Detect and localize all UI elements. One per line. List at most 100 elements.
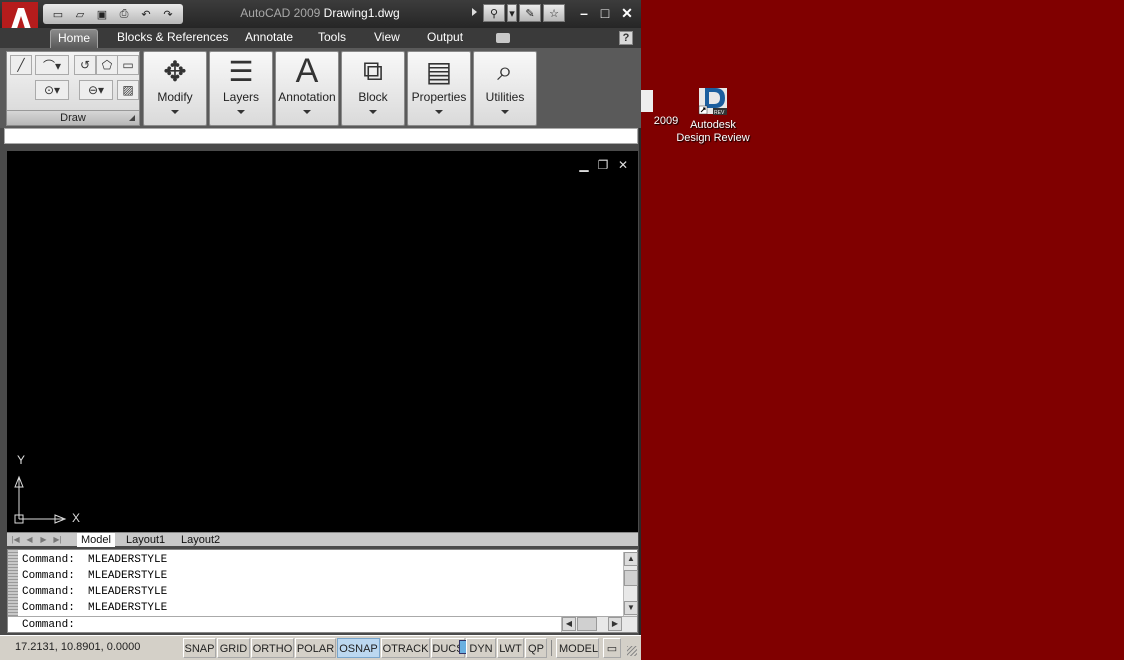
utilities-label: Utilities	[485, 90, 525, 104]
layers-panel[interactable]: ☰ Layers	[209, 51, 273, 126]
save-icon[interactable]: ▣	[95, 7, 109, 21]
layout-tabbar: |◀ ◀ ▶ ▶| Model Layout1 Layout2	[7, 532, 638, 547]
utilities-panel[interactable]: ⌕ Utilities	[473, 51, 537, 126]
open-icon[interactable]: ▱	[73, 7, 87, 21]
autocad-shortcut-icon	[641, 90, 653, 112]
prev-layout-icon[interactable]: ◀	[23, 534, 36, 545]
drawing-restore-icon[interactable]: ❐	[597, 159, 609, 171]
drawing-close-icon[interactable]: ✕	[617, 159, 629, 171]
tab-view[interactable]: View	[367, 29, 407, 48]
print-icon[interactable]: ⎙	[117, 7, 131, 21]
lwt-toggle[interactable]: LWT	[497, 638, 524, 658]
scroll-up-icon[interactable]: ▲	[624, 552, 638, 566]
modify-label: Modify	[157, 90, 193, 104]
communication-center-icon[interactable]: ✎	[519, 4, 541, 22]
command-history: Command: MLEADERSTYLE Command: MLEADERST…	[22, 552, 167, 616]
magnifier-icon: ⌕	[497, 54, 513, 86]
modify-panel[interactable]: ✥ Modify	[143, 51, 207, 126]
ribbon-separator-strip	[4, 128, 638, 144]
osnap-toggle[interactable]: OSNAP	[337, 638, 380, 658]
dyn-toggle[interactable]: DYN	[466, 638, 496, 658]
command-window-grip[interactable]	[8, 550, 18, 616]
rotate-icon[interactable]: ↺	[74, 55, 96, 75]
tab-layout1[interactable]: Layout1	[122, 533, 169, 547]
annotation-panel[interactable]: A Annotation	[275, 51, 339, 126]
annotation-label: Annotation	[278, 90, 336, 104]
rectangle-icon[interactable]: ▭	[117, 55, 139, 75]
qp-toggle[interactable]: QP	[525, 638, 547, 658]
coordinate-readout[interactable]: 17.2131, 10.8901, 0.0000	[15, 641, 140, 653]
last-layout-icon[interactable]: ▶|	[51, 534, 64, 545]
chevron-down-icon	[303, 110, 311, 114]
info-center: ⚲ ▾ ✎ ☆	[483, 4, 565, 22]
polar-toggle[interactable]: POLAR	[295, 638, 336, 658]
window-title: AutoCAD 2009 Drawing1.dwg	[200, 6, 440, 20]
redo-icon[interactable]: ↷	[161, 7, 175, 21]
model-space-toggle[interactable]: MODEL▼	[556, 638, 599, 658]
scroll-thumb[interactable]	[624, 570, 638, 586]
command-horizontal-scrollbar[interactable]: ◀ ▶	[561, 617, 637, 632]
otrack-toggle[interactable]: OTRACK	[381, 638, 430, 658]
scroll-right-icon[interactable]: ▶	[608, 617, 622, 631]
tab-output[interactable]: Output	[420, 29, 470, 48]
help-button[interactable]: ?	[619, 31, 633, 45]
snap-toggle[interactable]: SNAP	[183, 638, 216, 658]
tab-annotate[interactable]: Annotate	[238, 29, 300, 48]
first-layout-icon[interactable]: |◀	[9, 534, 22, 545]
tab-blocks-references[interactable]: Blocks & References	[110, 29, 235, 48]
tab-model[interactable]: Model	[77, 533, 115, 547]
favorites-icon[interactable]: ☆	[543, 4, 565, 22]
tab-tools[interactable]: Tools	[311, 29, 353, 48]
tab-home[interactable]: Home	[50, 29, 99, 48]
draw-panel: ╱ ⌒▾ ↺ ⬠ ▭ ⊙▾ ⊖▾ ▨ Draw	[6, 51, 140, 126]
layers-label: Layers	[222, 90, 260, 104]
undo-icon[interactable]: ↶	[139, 7, 153, 21]
line-icon[interactable]: ╱	[10, 55, 32, 75]
scroll-thumb[interactable]	[577, 617, 597, 631]
properties-panel[interactable]: ▤ Properties	[407, 51, 471, 126]
design-review-icon: REV	[697, 84, 729, 116]
hatch-icon[interactable]: ▨	[117, 80, 139, 100]
search-dropdown-icon[interactable]: ▾	[507, 4, 517, 22]
resize-grip-icon[interactable]	[627, 646, 637, 656]
minimize-icon[interactable]: –	[576, 5, 592, 21]
command-window: Command: MLEADERSTYLE Command: MLEADERST…	[7, 549, 638, 633]
grid-toggle[interactable]: GRID	[217, 638, 250, 658]
maximize-icon[interactable]: □	[597, 5, 613, 21]
tab-layout2[interactable]: Layout2	[177, 533, 224, 547]
properties-icon: ▤	[425, 55, 453, 87]
drawing-area[interactable]: ▁ ❐ ✕ Y X	[7, 151, 638, 532]
ortho-toggle[interactable]: ORTHO	[251, 638, 294, 658]
scroll-down-icon[interactable]: ▼	[624, 601, 638, 615]
ucs-icon	[14, 475, 67, 524]
close-icon[interactable]: ✕	[619, 5, 635, 21]
quick-access-toolbar: ▭ ▱ ▣ ⎙ ↶ ↷	[43, 4, 183, 24]
desktop-icon-design-review[interactable]: REV Autodesk Design Review	[672, 84, 754, 145]
ribbon-minimize-icon[interactable]	[496, 33, 510, 43]
chevron-down-icon	[237, 110, 245, 114]
chevron-down-icon	[435, 110, 443, 114]
panel-launcher-icon[interactable]	[129, 115, 135, 121]
ellipse-icon[interactable]: ⊖▾	[79, 80, 113, 100]
drawing-minimize-icon[interactable]: ▁	[578, 159, 590, 171]
command-line-input[interactable]: Command: ◀ ▶	[8, 616, 637, 632]
block-label: Block	[358, 90, 388, 104]
chevron-down-icon	[171, 110, 179, 114]
new-icon[interactable]: ▭	[51, 7, 65, 21]
info-center-expand-icon[interactable]	[472, 8, 477, 16]
draw-panel-title[interactable]: Draw	[7, 110, 139, 125]
search-icon[interactable]: ⚲	[483, 4, 505, 22]
document-name: Drawing1.dwg	[323, 6, 400, 20]
next-layout-icon[interactable]: ▶	[37, 534, 50, 545]
ribbon-panel-area: ╱ ⌒▾ ↺ ⬠ ▭ ⊙▾ ⊖▾ ▨ Draw ✥ Modify ☰ Layer…	[0, 48, 641, 128]
command-vertical-scrollbar[interactable]: ▲ ▼	[623, 552, 638, 616]
scroll-left-icon[interactable]: ◀	[562, 617, 576, 631]
circle-icon[interactable]: ⊙▾	[35, 80, 69, 100]
autocad-window: ▭ ▱ ▣ ⎙ ↶ ↷ AutoCAD 2009 Drawing1.dwg ⚲ …	[0, 0, 641, 660]
title-bar: ▭ ▱ ▣ ⎙ ↶ ↷ AutoCAD 2009 Drawing1.dwg ⚲ …	[0, 0, 641, 28]
clean-screen-icon[interactable]: ▭	[603, 638, 621, 658]
block-panel[interactable]: ⧉ Block	[341, 51, 405, 126]
status-bar: 17.2131, 10.8901, 0.0000 SNAP GRID ORTHO…	[0, 635, 641, 660]
polyline-icon[interactable]: ⌒▾	[35, 55, 69, 75]
polygon-icon[interactable]: ⬠	[96, 55, 118, 75]
